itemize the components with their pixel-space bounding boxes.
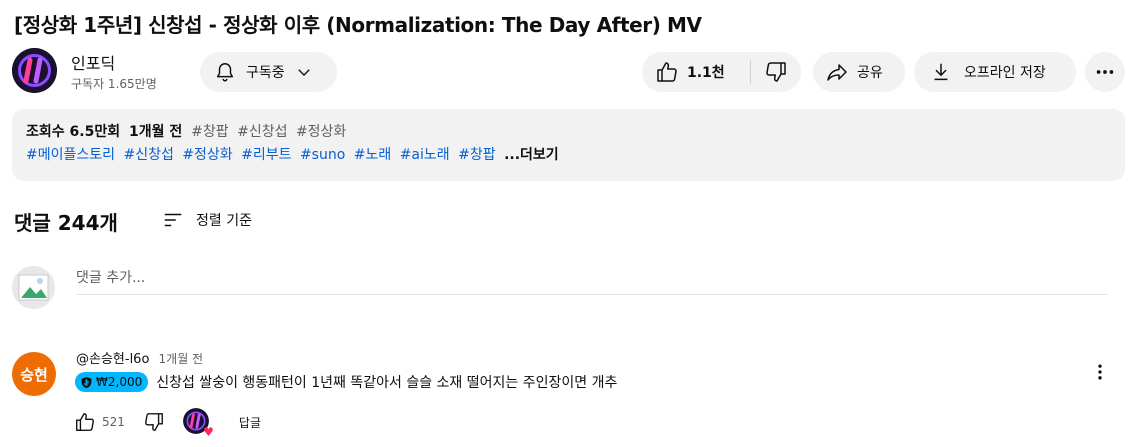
comment-like-count: 521 [102, 415, 125, 429]
like-count: 1.1천 [687, 65, 725, 81]
upload-age: 1개월 전 [128, 124, 183, 140]
header-hashtag[interactable]: #창팝 [191, 124, 229, 140]
hashtag-link[interactable]: #노래 [354, 147, 392, 163]
comment-text: 신창섭 쌀숭이 행동패턴이 1년째 똑같아서 슬슬 소재 떨어지는 주인장이면 … [156, 375, 618, 391]
user-avatar-image-icon [12, 266, 55, 309]
comment-more-button[interactable] [1088, 360, 1112, 384]
hashtag-link[interactable]: #ai노래 [400, 147, 450, 163]
super-thanks-badge: ₩2,000 [75, 372, 149, 392]
comments-header: 댓글 244개 정렬 기준 [14, 207, 252, 236]
hashtag-link[interactable]: #창팝 [458, 147, 496, 163]
channel-avatar[interactable] [12, 48, 57, 93]
sort-icon [164, 213, 182, 227]
like-button[interactable]: 1.1천 [642, 52, 750, 92]
channel-row: 인포딕 구독자 1.65만명 구독중 1.1천 공유 오프라인 저장 [12, 48, 1126, 96]
comment-time[interactable]: 1개월 전 [159, 352, 204, 366]
chevron-down-icon [297, 69, 310, 76]
video-title: [정상화 1주년] 신창섭 - 정상화 이후 (Normalization: T… [14, 13, 702, 37]
view-count: 조회수 6.5만회 [26, 124, 121, 140]
sort-button[interactable]: 정렬 기준 [162, 209, 252, 231]
super-thanks-amount: ₩2,000 [96, 375, 143, 389]
comment-actions: 521 ♥ 답글 [74, 408, 261, 439]
thumbs-down-icon[interactable] [143, 411, 165, 433]
header-hashtag[interactable]: #정상화 [296, 124, 346, 140]
comment-header: @손승현-l6o 1개월 전 [76, 348, 203, 367]
creator-heart: ♥ [182, 408, 214, 439]
dislike-button[interactable] [751, 52, 801, 92]
thumbs-up-icon [657, 62, 677, 82]
hashtag-link[interactable]: #메이플스토리 [26, 147, 115, 163]
comment-author[interactable]: @손승현-l6o [76, 352, 149, 367]
channel-logo-icon [12, 48, 57, 93]
heart-icon: ♥ [203, 425, 214, 439]
description-box[interactable]: 조회수 6.5만회 1개월 전 #창팝 #신창섭 #정상화 #메이플스토리 #신… [12, 109, 1125, 181]
hashtag-link[interactable]: #리부트 [241, 147, 291, 163]
download-icon [934, 63, 948, 81]
description-meta-line: 조회수 6.5만회 1개월 전 #창팝 #신창섭 #정상화 [26, 121, 1125, 144]
share-arrow-icon [827, 64, 847, 81]
share-label: 공유 [857, 65, 883, 81]
more-actions-button[interactable] [1085, 52, 1125, 92]
add-comment-input[interactable]: 댓글 추가... [76, 268, 1108, 295]
download-label: 오프라인 저장 [964, 65, 1046, 81]
subscriber-count: 구독자 1.65만명 [71, 77, 157, 91]
bell-icon [216, 63, 234, 82]
like-dislike-group: 1.1천 [642, 52, 801, 92]
sort-label: 정렬 기준 [196, 213, 252, 229]
comment-count: 댓글 244개 [14, 211, 118, 235]
reply-button[interactable]: 답글 [239, 414, 261, 431]
user-avatar [12, 266, 55, 309]
thumbs-up-icon[interactable] [74, 411, 96, 433]
money-shield-icon [81, 376, 92, 388]
hashtag-link[interactable]: #suno [300, 147, 345, 163]
comment-body: ₩2,000 신창섭 쌀숭이 행동패턴이 1년째 똑같아서 슬슬 소재 떨어지는… [75, 372, 617, 392]
subscribed-label: 구독중 [246, 65, 285, 81]
hashtag-link[interactable]: #정상화 [182, 147, 232, 163]
add-comment-row: 댓글 추가... [12, 266, 1108, 312]
hashtag-link[interactable]: #신창섭 [123, 147, 173, 163]
show-more-link[interactable]: ...더보기 [504, 147, 559, 163]
header-hashtag[interactable]: #신창섭 [237, 124, 287, 140]
thumbs-down-icon [766, 62, 786, 82]
subscribed-button[interactable]: 구독중 [200, 52, 337, 92]
download-button[interactable]: 오프라인 저장 [914, 52, 1076, 92]
share-button[interactable]: 공유 [813, 52, 905, 92]
commenter-avatar[interactable]: 승현 [12, 352, 56, 396]
channel-name[interactable]: 인포딕 [71, 50, 115, 74]
more-horizontal-icon [1096, 70, 1114, 74]
more-vertical-icon [1098, 364, 1102, 380]
comment-thread: 승현 @손승현-l6o 1개월 전 ₩2,000 신창섭 쌀숭이 행동패턴이 1… [12, 348, 1118, 438]
description-tags-line: #메이플스토리 #신창섭 #정상화 #리부트 #suno #노래 #ai노래 #… [26, 144, 1125, 167]
